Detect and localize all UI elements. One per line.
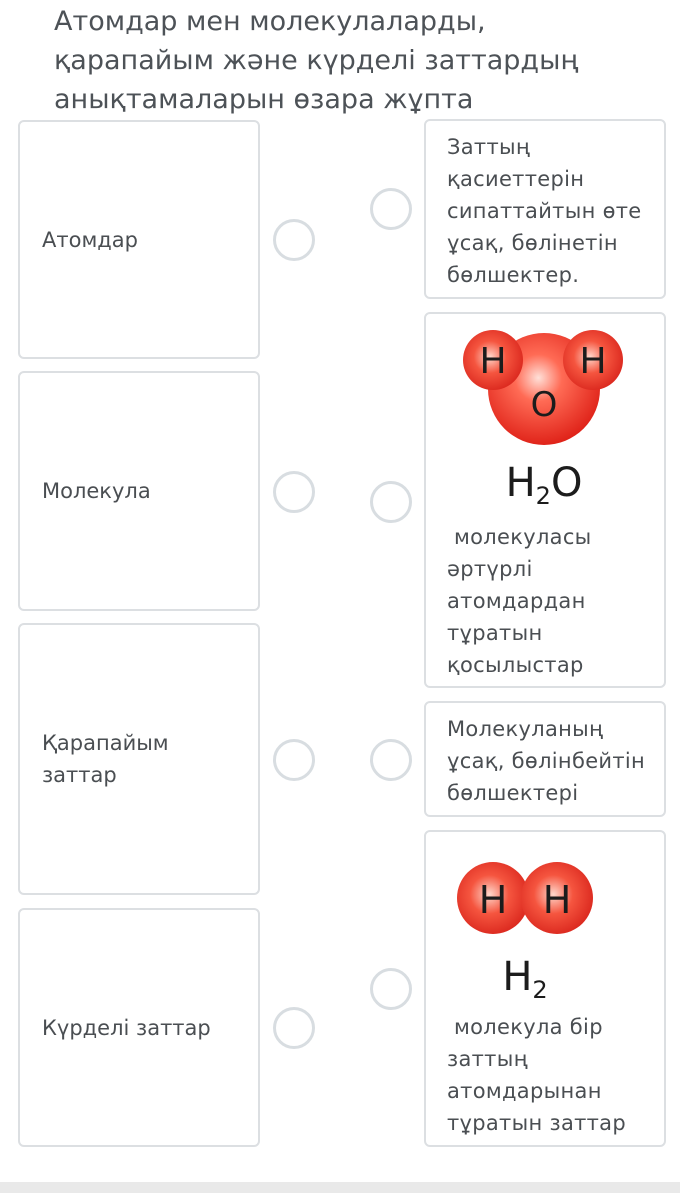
right-card-3[interactable]: Молекуланың ұсақ, бөлінбейтін бөлшектері (424, 701, 666, 817)
water-molecule-icon: H H O H2O (463, 330, 623, 509)
svg-text:H: H (543, 878, 572, 922)
left-radio-molecule[interactable] (273, 471, 315, 513)
right-card-text: молекула бір заттың атомдарынан тұратын … (447, 1015, 626, 1135)
svg-text:H: H (579, 341, 606, 382)
hydrogen-molecule-icon: H H H2 (457, 862, 593, 1004)
left-card-molecule[interactable]: Молекула (18, 371, 260, 611)
question-title: Атомдар мен молекулаларды, қарапайым жән… (54, 6, 579, 115)
right-radio-1[interactable] (370, 188, 412, 230)
left-card-atoms[interactable]: Атомдар (18, 120, 260, 359)
svg-text:H: H (479, 341, 506, 382)
left-card-label: Күрделі заттар (42, 1015, 211, 1040)
right-card-text: Молекуланың ұсақ, бөлінбейтін бөлшектері (447, 717, 646, 805)
right-card-text: Заттың қасиеттерін сипаттайтын өте ұсақ,… (447, 135, 642, 287)
left-radio-atoms[interactable] (273, 219, 315, 261)
left-card-label: Молекула (42, 479, 151, 503)
right-card-text: молекуласы әртүрлі атомдардан тұратын қо… (447, 525, 592, 677)
right-radio-2[interactable] (370, 481, 412, 523)
right-card-1[interactable]: Заттың қасиеттерін сипаттайтын өте ұсақ,… (424, 119, 666, 299)
right-radio-4[interactable] (370, 968, 412, 1010)
left-radio-complex-substances[interactable] (273, 1007, 315, 1049)
right-card-4[interactable]: H H H2 молекула бір заттың атомдарынан т… (424, 830, 666, 1147)
right-card-2[interactable]: H H O H2O молекуласы әртүрлі атомдардан … (424, 312, 666, 688)
left-card-simple-substances[interactable]: Қарапайым заттар (18, 623, 260, 895)
bottom-bar (0, 1182, 680, 1193)
water-formula: H2O (506, 460, 583, 509)
svg-text:H: H (479, 878, 508, 922)
matching-question: Атомдар мен молекулаларды, қарапайым жән… (0, 0, 680, 1193)
hydrogen-formula: H2 (502, 954, 547, 1004)
left-card-complex-substances[interactable]: Күрделі заттар (18, 908, 260, 1147)
left-radio-simple-substances[interactable] (273, 739, 315, 781)
left-card-label: Қарапайым заттар (42, 731, 169, 787)
right-radio-3[interactable] (370, 739, 412, 781)
left-card-label: Атомдар (42, 227, 139, 252)
svg-text:O: O (531, 385, 558, 425)
